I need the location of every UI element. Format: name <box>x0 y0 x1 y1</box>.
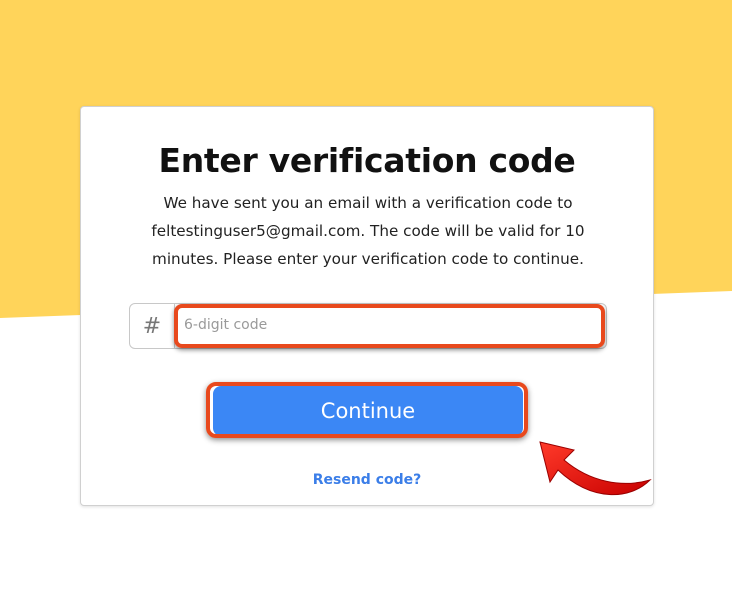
resend-code-link[interactable]: Resend code? <box>81 472 653 488</box>
verification-card: Enter verification code We have sent you… <box>80 106 654 506</box>
continue-button[interactable]: Continue <box>213 386 523 436</box>
verification-code-field: # <box>129 303 607 349</box>
verification-description: We have sent you an email with a verific… <box>151 194 585 268</box>
verification-code-input[interactable] <box>176 306 602 344</box>
hash-icon: # <box>130 304 175 348</box>
page-title: Enter verification code <box>158 141 576 180</box>
